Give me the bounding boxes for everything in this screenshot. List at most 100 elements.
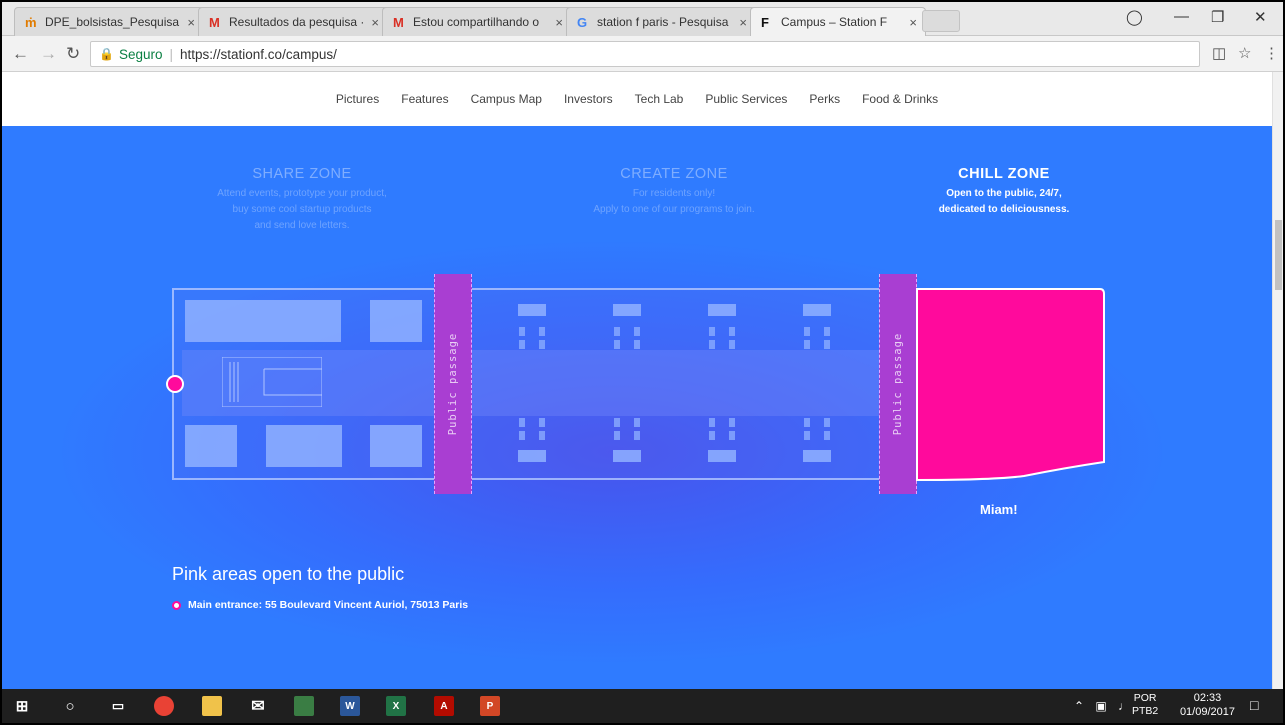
back-icon[interactable]: ← [12, 44, 29, 64]
share-zone-desc-2: buy some cool startup products [232, 204, 372, 215]
nav-campus-map[interactable]: Campus Map [471, 92, 542, 106]
page-content: Pictures Features Campus Map Investors T… [2, 72, 1272, 689]
secure-label: Seguro [118, 46, 163, 62]
seat [519, 327, 525, 336]
workstation [518, 450, 546, 462]
pdf-icon[interactable]: A [434, 696, 454, 716]
close-tab-icon[interactable]: × [371, 15, 379, 30]
tab-google-search[interactable]: G station f paris - Pesquisa × [566, 7, 756, 36]
language-indicator[interactable]: POR PTB2 [1132, 692, 1158, 718]
notification-icon[interactable]: □ [1250, 697, 1258, 713]
share-room[interactable] [185, 300, 341, 342]
search-icon[interactable]: ○ [60, 696, 80, 716]
chill-zone-label: Miam! [980, 502, 1018, 517]
seat [614, 418, 620, 427]
seat [634, 327, 640, 336]
create-zone-title: CREATE ZONE [620, 166, 728, 182]
close-window-icon[interactable]: ✕ [1254, 8, 1267, 26]
nav-pictures[interactable]: Pictures [336, 92, 379, 106]
seat [729, 431, 735, 440]
page-scrollbar[interactable] [1272, 72, 1283, 689]
task-view-icon[interactable]: ▭ [108, 696, 128, 716]
chill-zone-desc-1: Open to the public, 24/7, [946, 188, 1062, 199]
seat [519, 418, 525, 427]
reload-icon[interactable]: ↻ [66, 44, 80, 64]
close-tab-icon[interactable]: × [187, 15, 195, 30]
share-zone-desc-3: and send love letters. [254, 220, 350, 231]
close-tab-icon[interactable]: × [555, 15, 563, 30]
share-room[interactable] [370, 300, 422, 342]
share-zone-title: SHARE ZONE [252, 166, 352, 182]
public-passage-west[interactable]: Public passage [434, 274, 472, 494]
windows-start-icon[interactable]: ⊞ [12, 696, 32, 716]
seat [539, 327, 545, 336]
seat [824, 340, 830, 349]
tab-gmail-sharing[interactable]: M Estou compartilhando o × [382, 7, 572, 36]
tab-dpe[interactable]: ṁ DPE_bolsistas_Pesquisa × [14, 7, 204, 36]
translate-icon[interactable]: ◫ [1212, 44, 1226, 62]
nav-perks[interactable]: Perks [809, 92, 840, 106]
close-tab-icon[interactable]: × [909, 15, 917, 30]
nav-investors[interactable]: Investors [564, 92, 613, 106]
calculator-icon[interactable] [294, 696, 314, 716]
tab-title: Estou compartilhando o [413, 15, 540, 29]
excel-icon[interactable]: X [386, 696, 406, 716]
chrome-icon[interactable] [154, 696, 174, 716]
site-navigation: Pictures Features Campus Map Investors T… [2, 72, 1272, 126]
workstation [613, 450, 641, 462]
close-tab-icon[interactable]: × [739, 15, 747, 30]
system-tray-icons[interactable]: ⌃ ▣ ♩ [1074, 699, 1134, 713]
seat [804, 418, 810, 427]
scrollbar-thumb[interactable] [1275, 220, 1282, 290]
seat [824, 418, 830, 427]
workstation [803, 450, 831, 462]
seat [539, 418, 545, 427]
mail-icon[interactable]: ✉ [248, 696, 268, 716]
separator: | [169, 46, 174, 62]
forward-icon[interactable]: → [40, 44, 57, 64]
word-icon[interactable]: W [340, 696, 360, 716]
browser-window: ṁ DPE_bolsistas_Pesquisa × M Resultados … [2, 2, 1283, 723]
nav-tech-lab[interactable]: Tech Lab [635, 92, 684, 106]
chill-zone-area[interactable] [914, 286, 1108, 482]
browser-toolbar: ← → ↻ 🔒 Seguro | https://stationf.co/cam… [2, 36, 1283, 72]
new-tab-button[interactable] [922, 10, 960, 32]
share-zone-desc-1: Attend events, prototype your product, [217, 188, 387, 199]
tab-gmail-search[interactable]: M Resultados da pesquisa · × [198, 7, 388, 36]
seat [824, 431, 830, 440]
nav-food-drinks[interactable]: Food & Drinks [862, 92, 938, 106]
seat [634, 418, 640, 427]
file-explorer-icon[interactable] [202, 696, 222, 716]
powerpoint-icon[interactable]: P [480, 696, 500, 716]
seat [709, 431, 715, 440]
tab-strip: ṁ DPE_bolsistas_Pesquisa × M Resultados … [2, 2, 1283, 36]
seat [634, 431, 640, 440]
nav-features[interactable]: Features [401, 92, 448, 106]
tab-station-f[interactable]: F Campus – Station F × [750, 7, 926, 36]
bookmark-star-icon[interactable]: ☆ [1238, 44, 1251, 62]
tab-title: station f paris - Pesquisa [597, 15, 729, 29]
url-text[interactable]: https://stationf.co/campus/ [180, 47, 337, 62]
main-entrance-marker[interactable] [166, 375, 184, 393]
public-passage-east[interactable]: Public passage [879, 274, 917, 494]
minimize-icon[interactable]: — [1174, 8, 1189, 25]
workstation [803, 304, 831, 316]
seat [804, 327, 810, 336]
legend-title: Pink areas open to the public [172, 564, 405, 584]
share-room[interactable] [185, 425, 237, 467]
seat [539, 431, 545, 440]
address-bar[interactable]: 🔒 Seguro | https://stationf.co/campus/ [90, 41, 1200, 67]
seat [804, 431, 810, 440]
clock[interactable]: 02:33 01/09/2017 [1180, 691, 1235, 719]
share-room[interactable] [266, 425, 342, 467]
gmail-icon: M [209, 14, 220, 30]
profile-icon[interactable]: ◯ [1126, 8, 1143, 26]
share-room[interactable] [370, 425, 422, 467]
seat [614, 340, 620, 349]
restore-icon[interactable]: ❐ [1211, 8, 1224, 26]
menu-icon[interactable]: ⋮ [1264, 44, 1279, 62]
keyboard-layout: PTB2 [1132, 705, 1159, 717]
seat [824, 327, 830, 336]
nav-public-services[interactable]: Public Services [705, 92, 787, 106]
create-zone-desc-1: For residents only! [632, 188, 716, 199]
